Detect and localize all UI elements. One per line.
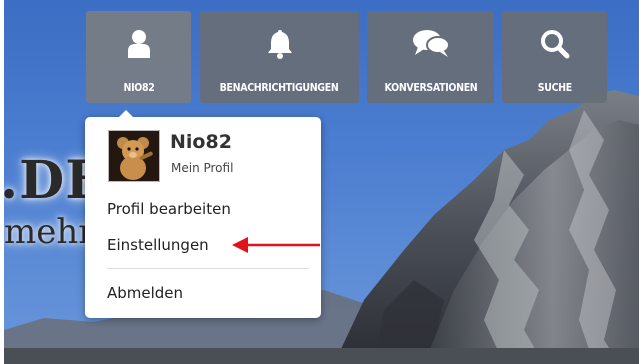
avatar[interactable] — [108, 130, 160, 182]
nav-search-button[interactable]: SUCHE — [502, 11, 607, 103]
chat-bubbles-icon — [412, 27, 450, 61]
nav-notifications-button[interactable]: BENACHRICHTIGUNGEN — [200, 11, 359, 103]
menu-item-settings[interactable]: Einstellungen — [107, 236, 209, 254]
user-dropdown-menu: Nio82 Mein Profil Profil bearbeiten Eins… — [85, 110, 321, 318]
nav-notifications-label: BENACHRICHTIGUNGEN — [220, 81, 339, 94]
bell-icon — [267, 27, 293, 61]
search-icon — [540, 27, 570, 61]
my-profile-link[interactable]: Mein Profil — [171, 161, 233, 175]
bottom-navigation-bar — [4, 348, 639, 364]
user-icon — [127, 27, 151, 61]
site-tagline: mehr — [4, 212, 95, 252]
nav-conversations-button[interactable]: KONVERSATIONEN — [367, 11, 494, 103]
menu-item-edit-profile[interactable]: Profil bearbeiten — [107, 200, 231, 218]
nav-conversations-label: KONVERSATIONEN — [384, 81, 477, 94]
menu-divider — [107, 268, 309, 269]
teddy-bear-avatar-image — [109, 131, 159, 181]
menu-item-logout[interactable]: Abmelden — [107, 284, 183, 302]
username-link[interactable]: Nio82 — [170, 131, 232, 153]
nav-user-button[interactable]: NIO82 — [86, 11, 191, 103]
nav-user-label: NIO82 — [123, 81, 154, 94]
nav-search-label: SUCHE — [537, 81, 572, 94]
